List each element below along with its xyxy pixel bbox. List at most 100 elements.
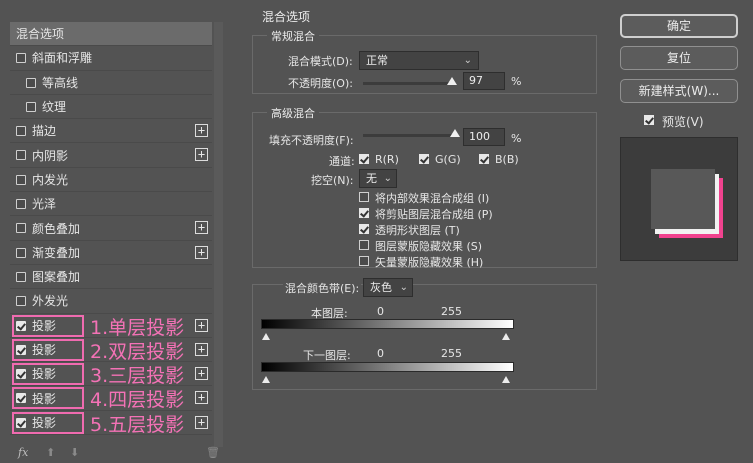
style-checkbox[interactable] — [16, 247, 26, 258]
blend-mode-value: 正常 — [366, 54, 388, 67]
underlying-gradient — [261, 362, 514, 372]
preview-swatch — [651, 169, 715, 229]
underlying-min: 0 — [377, 347, 384, 360]
style-item[interactable]: 混合选项 — [10, 22, 212, 47]
style-checkbox[interactable] — [16, 199, 26, 210]
style-checkbox[interactable] — [26, 101, 36, 112]
style-item[interactable]: 内阴影 + — [10, 143, 212, 168]
advanced-option-checkbox[interactable] — [359, 256, 369, 266]
channel-r-label: R(R) — [375, 153, 399, 166]
styles-panel: 混合选项斜面和浮雕 等高线纹理描边 + 内阴影 + 内发光光泽颜色叠加 + 渐变叠加 + 图案叠加… — [0, 0, 228, 463]
style-checkbox[interactable] — [16, 53, 26, 64]
annotation-label: 5.五层投影 — [90, 413, 185, 436]
reset-button[interactable]: 复位 — [620, 46, 738, 70]
style-item[interactable]: 斜面和浮雕 — [10, 46, 212, 71]
chevron-down-icon: ⌄ — [463, 55, 472, 66]
blend-mode-select[interactable]: 正常 ⌄ — [359, 51, 479, 70]
style-item[interactable]: 光泽 — [10, 192, 212, 217]
style-checkbox[interactable] — [16, 223, 26, 234]
style-item[interactable]: 纹理 — [10, 95, 212, 120]
style-item[interactable]: 投影 4.四层投影 + — [10, 386, 212, 411]
blend-if-value: 灰色 — [370, 281, 392, 294]
style-item[interactable]: 颜色叠加 + — [10, 216, 212, 241]
style-list: 混合选项斜面和浮雕 等高线纹理描边 + 内阴影 + 内发光光泽颜色叠加 + 渐变叠加 + 图案叠加… — [10, 22, 212, 436]
preview-checkbox[interactable] — [644, 115, 654, 125]
scrollbar[interactable] — [214, 22, 223, 447]
fill-opacity-label: 填充不透明度(F): — [269, 134, 354, 147]
move-up-icon[interactable]: ⬆ — [46, 446, 55, 459]
style-item-label: 纹理 — [42, 100, 67, 115]
channel-r-checkbox[interactable] — [359, 154, 369, 164]
underlying-black-stop[interactable] — [262, 376, 270, 383]
underlying-white-stop[interactable] — [502, 376, 510, 383]
trash-icon[interactable]: 🗑 — [206, 446, 220, 459]
style-item[interactable]: 渐变叠加 + — [10, 241, 212, 265]
chevron-down-icon: ⌄ — [383, 173, 392, 184]
knockout-value: 无 — [366, 172, 377, 185]
add-effect-icon[interactable]: + — [195, 342, 208, 356]
opacity-slider-thumb[interactable] — [447, 77, 458, 85]
fill-opacity-input[interactable]: 100 — [463, 128, 505, 146]
new-style-button[interactable]: 新建样式(W)... — [620, 79, 738, 103]
add-effect-icon[interactable]: + — [195, 221, 208, 235]
advanced-option-checkbox[interactable] — [359, 192, 369, 202]
style-item-label: 渐变叠加 — [32, 245, 81, 260]
style-checkbox[interactable] — [26, 77, 36, 88]
style-item-label: 描边 — [32, 124, 57, 139]
add-effect-icon[interactable]: + — [195, 124, 208, 138]
fx-icon[interactable]: fx — [18, 446, 28, 459]
opacity-slider[interactable] — [363, 82, 455, 85]
style-item[interactable]: 内发光 — [10, 168, 212, 193]
style-checkbox[interactable] — [16, 271, 26, 282]
add-effect-icon[interactable]: + — [195, 391, 208, 405]
style-item-label: 内发光 — [32, 172, 69, 187]
add-effect-icon[interactable]: + — [195, 318, 208, 332]
add-effect-icon[interactable]: + — [195, 367, 208, 381]
style-item[interactable]: 描边 + — [10, 119, 212, 144]
channel-g-checkbox[interactable] — [419, 154, 429, 164]
underlying-max: 255 — [441, 347, 462, 360]
add-effect-icon[interactable]: + — [195, 415, 208, 429]
fill-opacity-unit: % — [511, 132, 522, 145]
advanced-option-label: 将内部效果混合成组 (I) — [375, 192, 490, 205]
highlight-box — [12, 314, 84, 337]
fill-opacity-slider-thumb[interactable] — [450, 129, 460, 137]
blend-if-group: 混合颜色带(E): 灰色 ⌄ 本图层: 0 255 下一图层: 0 255 — [252, 278, 597, 390]
style-item[interactable]: 投影 3.三层投影 + — [10, 362, 212, 388]
general-blending-group: 常规混合 混合模式(D): 正常 ⌄ 不透明度(O): 97 % — [252, 28, 597, 94]
style-checkbox[interactable] — [16, 296, 26, 307]
advanced-option-label: 矢量蒙版隐藏效果 (H) — [375, 256, 484, 269]
advanced-option-checkbox[interactable] — [359, 208, 369, 218]
style-item[interactable]: 投影 5.五层投影 + — [10, 411, 212, 436]
annotation-label: 3.三层投影 — [90, 365, 185, 388]
general-blending-title: 常规混合 — [267, 28, 319, 44]
blend-if-select[interactable]: 灰色 ⌄ — [363, 278, 413, 297]
move-down-icon[interactable]: ⬇ — [70, 446, 79, 459]
fill-opacity-slider[interactable] — [363, 134, 455, 137]
advanced-option-checkbox[interactable] — [359, 240, 369, 250]
advanced-blending-group: 高级混合 填充不透明度(F): 100 % 通道: R(R) G(G) B(B)… — [252, 105, 597, 269]
style-item[interactable]: 等高线 — [10, 71, 212, 95]
this-layer-white-stop[interactable] — [502, 333, 510, 340]
style-item[interactable]: 投影 1.单层投影 + — [10, 314, 212, 339]
preview-label: 预览(V) — [662, 115, 704, 129]
style-item[interactable]: 投影 2.双层投影 + — [10, 338, 212, 363]
add-effect-icon[interactable]: + — [195, 245, 208, 259]
style-item-label: 内阴影 — [32, 148, 69, 163]
channel-b-checkbox[interactable] — [479, 154, 489, 164]
style-checkbox[interactable] — [16, 126, 26, 137]
opacity-input[interactable]: 97 — [463, 72, 505, 90]
channels-label: 通道: — [329, 155, 355, 168]
style-item-label: 光泽 — [32, 197, 57, 212]
knockout-select[interactable]: 无 ⌄ — [359, 169, 397, 188]
style-item-label: 混合选项 — [16, 27, 65, 42]
style-item[interactable]: 外发光 — [10, 289, 212, 314]
this-layer-black-stop[interactable] — [262, 333, 270, 340]
add-effect-icon[interactable]: + — [195, 148, 208, 162]
style-checkbox[interactable] — [16, 174, 26, 185]
style-checkbox[interactable] — [16, 150, 26, 161]
advanced-option-checkbox[interactable] — [359, 224, 369, 234]
style-item[interactable]: 图案叠加 — [10, 265, 212, 290]
this-layer-min: 0 — [377, 305, 384, 318]
ok-button[interactable]: 确定 — [620, 14, 738, 38]
